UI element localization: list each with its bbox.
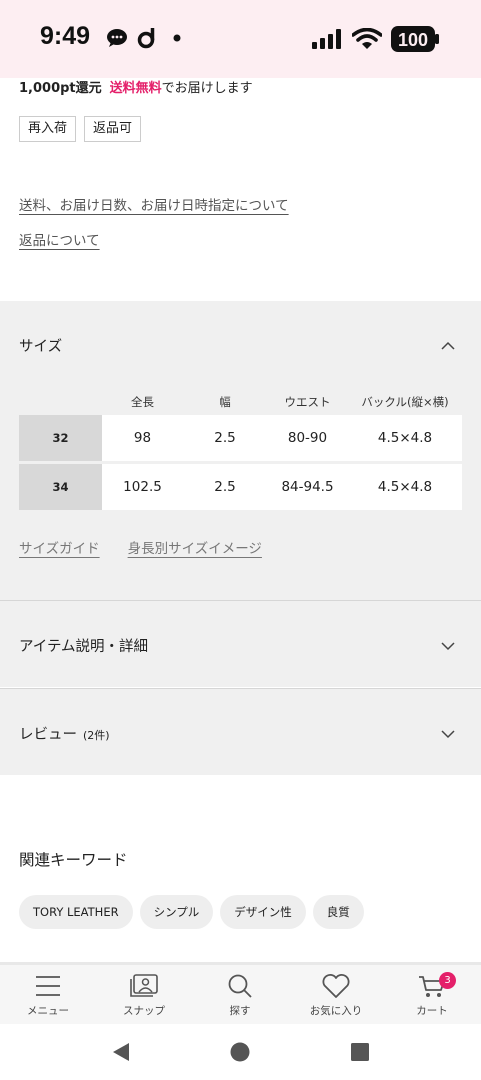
- table-cell: 2.5: [214, 430, 236, 446]
- column-header: 全長: [131, 395, 154, 409]
- battery-icon: 100: [391, 26, 439, 52]
- free-shipping-label: 送料無料: [109, 81, 162, 96]
- cart-count-badge: 3: [439, 972, 456, 989]
- nav-favorites[interactable]: お気に入り: [301, 973, 371, 1018]
- table-cell: 4.5×4.8: [377, 430, 433, 446]
- chevron-down-icon: [441, 730, 455, 739]
- notification-icons: [106, 26, 182, 50]
- snap-icon: [130, 974, 158, 997]
- home-icon[interactable]: [230, 1042, 250, 1062]
- table-cell: 98: [133, 430, 152, 446]
- height-size-image-link[interactable]: 身長別サイズイメージ: [128, 537, 262, 557]
- d-app-icon: [137, 28, 155, 49]
- column-header: 幅: [219, 395, 231, 409]
- table-cell: 80-90: [287, 430, 328, 446]
- reviews-title: レビュー (2件): [19, 727, 110, 743]
- shipping-info-line: 1,000pt還元 送料無料でお届けします: [19, 77, 253, 96]
- chat-icon: [107, 29, 127, 47]
- points-reward: 1,000pt還元: [19, 81, 102, 96]
- nav-snap-label: スナップ: [123, 1005, 165, 1017]
- nav-favorites-label: お気に入り: [309, 1005, 363, 1017]
- search-icon: [228, 974, 252, 998]
- keyword-chip[interactable]: 良質: [312, 895, 364, 929]
- review-count: (2件): [83, 729, 110, 742]
- nav-menu-label: メニュー: [27, 1005, 69, 1017]
- item-details-title: アイテム説明・詳細: [19, 639, 149, 655]
- tag-returnable: 返品可: [84, 116, 142, 142]
- row-label: 32: [19, 415, 102, 461]
- status-bar: 9:49 100: [0, 0, 481, 78]
- heart-icon: [322, 973, 350, 998]
- column-header: ウエスト: [284, 395, 331, 409]
- bottom-nav: メニュー スナップ 探す お気に入り カート 3: [0, 962, 481, 1024]
- size-section-title[interactable]: サイズ: [19, 335, 62, 356]
- table-cell: 4.5×4.8: [377, 479, 433, 495]
- table-row: 32 98 2.5 80-90 4.5×4.8: [19, 415, 462, 461]
- menu-icon: [36, 976, 60, 996]
- tag-restock: 再入荷: [19, 116, 77, 142]
- nav-cart[interactable]: カート 3: [397, 972, 467, 1018]
- battery-level: 100: [398, 30, 428, 50]
- chevron-down-icon: [441, 642, 455, 651]
- column-header: バックル(縦×横): [361, 395, 449, 409]
- nav-search-label: 探す: [229, 1005, 251, 1017]
- back-icon[interactable]: [111, 1042, 131, 1062]
- nav-menu[interactable]: メニュー: [13, 973, 83, 1018]
- nav-snap[interactable]: スナップ: [109, 973, 179, 1018]
- size-table: 全長 幅 ウエスト バックル(縦×横) 32 98 2.5 80-90 4.5×…: [19, 389, 462, 513]
- shipping-info-link[interactable]: 送料、お届け日数、お届け日時指定について: [19, 194, 289, 214]
- recents-icon[interactable]: [351, 1043, 369, 1061]
- keyword-chip[interactable]: デザイン性: [220, 895, 306, 929]
- dot-icon: [173, 34, 181, 42]
- wifi-icon: [352, 28, 382, 49]
- size-table-header: 全長 幅 ウエスト バックル(縦×横): [19, 389, 462, 415]
- nav-search[interactable]: 探す: [205, 973, 275, 1018]
- keyword-chip[interactable]: シンプル: [139, 895, 214, 929]
- related-keywords-title: 関連キーワード: [19, 851, 128, 869]
- nav-cart-label: カート: [416, 1005, 448, 1017]
- system-nav-bar: [0, 1024, 481, 1080]
- keyword-chip[interactable]: TORY LEATHER: [19, 895, 133, 929]
- item-details-accordion[interactable]: アイテム説明・詳細: [0, 600, 481, 687]
- table-row: 34 102.5 2.5 84-94.5 4.5×4.8: [19, 464, 462, 510]
- returns-link[interactable]: 返品について: [19, 229, 100, 249]
- keyword-chips: TORY LEATHER シンプル デザイン性 良質: [19, 895, 364, 929]
- delivery-text: でお届けします: [161, 81, 253, 96]
- size-section: サイズ 全長 幅 ウエスト バックル(縦×横) 32 98 2.5 80-90 …: [0, 301, 481, 600]
- size-links: サイズガイド 身長別サイズイメージ: [19, 537, 262, 557]
- reviews-accordion[interactable]: レビュー (2件): [0, 688, 481, 775]
- product-tags: 再入荷 返品可: [19, 116, 142, 142]
- table-cell: 2.5: [214, 479, 236, 495]
- signal-icon: [312, 29, 341, 49]
- chevron-up-icon[interactable]: [441, 341, 455, 351]
- size-guide-link[interactable]: サイズガイド: [19, 537, 100, 557]
- row-label: 34: [19, 464, 102, 510]
- table-cell: 84-94.5: [281, 479, 334, 495]
- table-cell: 102.5: [123, 479, 162, 495]
- status-time: 9:49: [40, 22, 91, 50]
